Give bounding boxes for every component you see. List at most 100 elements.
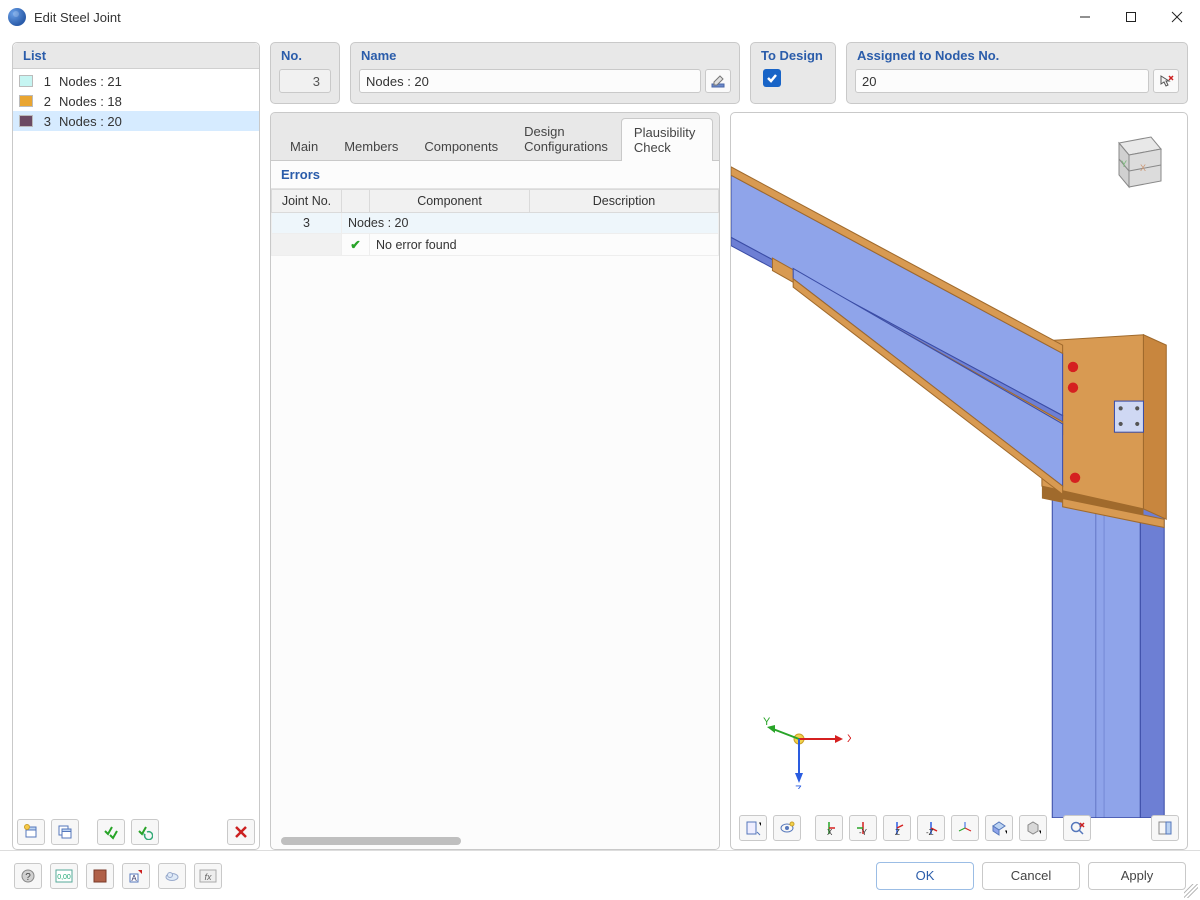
check-all-button[interactable] xyxy=(97,819,125,845)
list-item[interactable]: 1 Nodes : 21 xyxy=(13,71,259,91)
navigation-cube[interactable]: X Y xyxy=(1099,125,1169,195)
title-bar: Edit Steel Joint xyxy=(0,0,1200,34)
uncheck-all-button[interactable] xyxy=(131,819,159,845)
todesign-panel: To Design xyxy=(750,42,836,104)
edit-name-button[interactable] xyxy=(705,69,731,93)
tab-plausibility-check[interactable]: Plausibility Check xyxy=(621,118,713,161)
visibility-button[interactable] xyxy=(773,815,801,841)
list-item-number: 2 xyxy=(41,94,51,109)
view-z-button[interactable]: Z xyxy=(883,815,911,841)
number-panel: No. 3 xyxy=(270,42,340,104)
app-icon xyxy=(8,8,26,26)
list-item-label: Nodes : 20 xyxy=(59,114,122,129)
col-joint-no[interactable]: Joint No. xyxy=(272,190,342,213)
viewport-toolbar: ▾ X -Y Z -Z ▾ ▾ xyxy=(739,813,1179,843)
svg-text:fx: fx xyxy=(204,872,212,882)
axis-gizmo[interactable]: X Y Z xyxy=(761,709,851,789)
svg-text:▾: ▾ xyxy=(1005,829,1007,836)
list-item-label: Nodes : 21 xyxy=(59,74,122,89)
resize-grip[interactable] xyxy=(1184,884,1198,898)
shade-mode-button[interactable]: ▾ xyxy=(985,815,1013,841)
name-field[interactable]: Nodes : 20 xyxy=(359,69,701,93)
view-settings-button[interactable]: ▾ xyxy=(739,815,767,841)
svg-text:Z: Z xyxy=(795,784,802,789)
color-swatch xyxy=(19,95,33,107)
list-item-number: 1 xyxy=(41,74,51,89)
errors-table: Joint No. Component Description 3 Nodes … xyxy=(271,189,719,256)
name-panel: Name Nodes : 20 xyxy=(350,42,740,104)
new-item-button[interactable] xyxy=(17,819,45,845)
joint-list-panel: List 1 Nodes : 21 2 Nodes : 18 3 Nodes :… xyxy=(12,42,260,850)
close-button[interactable] xyxy=(1154,0,1200,34)
error-description: No error found xyxy=(370,234,719,256)
name-label: Name xyxy=(351,43,739,63)
view-iso-button[interactable] xyxy=(951,815,979,841)
pick-nodes-button[interactable] xyxy=(1153,69,1179,93)
minimize-button[interactable] xyxy=(1062,0,1108,34)
tab-strip: Main Members Components Design Configura… xyxy=(271,113,719,161)
color-swatch xyxy=(19,75,33,87)
horizontal-scrollbar[interactable] xyxy=(281,837,461,845)
help-button[interactable]: ? xyxy=(14,863,42,889)
cancel-button[interactable]: Cancel xyxy=(982,862,1080,890)
expand-viewport-button[interactable] xyxy=(1151,815,1179,841)
tab-members[interactable]: Members xyxy=(331,132,411,160)
list-item[interactable]: 3 Nodes : 20 xyxy=(13,111,259,131)
viewport-3d[interactable]: X Y X Y Z ▾ X -Y xyxy=(730,112,1188,850)
function-button[interactable]: fx xyxy=(194,863,222,889)
apply-button[interactable]: Apply xyxy=(1088,862,1186,890)
maximize-button[interactable] xyxy=(1108,0,1154,34)
svg-text:-Y: -Y xyxy=(859,828,868,836)
assigned-nodes-field[interactable]: 20 xyxy=(855,69,1149,93)
assigned-nodes-panel: Assigned to Nodes No. 20 xyxy=(846,42,1188,104)
view-y-button[interactable]: -Y xyxy=(849,815,877,841)
tab-components[interactable]: Components xyxy=(411,132,511,160)
number-field[interactable]: 3 xyxy=(279,69,331,93)
group-joint-no: 3 xyxy=(272,213,342,234)
svg-text:Y: Y xyxy=(1121,159,1127,169)
color-swatch xyxy=(19,115,33,127)
svg-text:X: X xyxy=(827,828,833,836)
tab-main[interactable]: Main xyxy=(277,132,331,160)
material-button[interactable] xyxy=(86,863,114,889)
list-header: List xyxy=(13,43,259,69)
tabs-panel: Main Members Components Design Configura… xyxy=(270,112,720,850)
tab-design-configurations[interactable]: Design Configurations xyxy=(511,117,621,160)
svg-text:A: A xyxy=(131,874,137,883)
view-x-button[interactable]: X xyxy=(815,815,843,841)
render-mode-button[interactable]: ▾ xyxy=(1019,815,1047,841)
svg-text:?: ? xyxy=(25,872,31,883)
list-toolbar xyxy=(13,815,259,849)
col-description[interactable]: Description xyxy=(530,190,719,213)
number-label: No. xyxy=(271,43,339,63)
col-status-icon[interactable] xyxy=(342,190,370,213)
svg-text:Y: Y xyxy=(763,716,771,728)
copy-item-button[interactable] xyxy=(51,819,79,845)
list-item[interactable]: 2 Nodes : 18 xyxy=(13,91,259,111)
annotation-button[interactable]: A xyxy=(122,863,150,889)
svg-text:X: X xyxy=(1140,163,1146,173)
joint-list[interactable]: 1 Nodes : 21 2 Nodes : 18 3 Nodes : 20 xyxy=(13,69,259,815)
group-label: Nodes : 20 xyxy=(342,213,719,234)
todesign-label: To Design xyxy=(751,43,835,63)
svg-text:▾: ▾ xyxy=(759,821,761,828)
delete-item-button[interactable] xyxy=(227,819,255,845)
svg-text:Z: Z xyxy=(895,828,900,836)
dialog-footer: ? 0,00 A fx OK Cancel Apply xyxy=(0,850,1200,900)
window-title: Edit Steel Joint xyxy=(34,10,121,25)
check-icon: ✔ xyxy=(348,237,363,252)
svg-text:-Z: -Z xyxy=(926,828,934,836)
ok-button[interactable]: OK xyxy=(876,862,974,890)
view-minus-z-button[interactable]: -Z xyxy=(917,815,945,841)
units-button[interactable]: 0,00 xyxy=(50,863,78,889)
svg-text:X: X xyxy=(847,733,851,745)
errors-row[interactable]: ✔ No error found xyxy=(272,234,719,256)
errors-group-row[interactable]: 3 Nodes : 20 xyxy=(272,213,719,234)
cloud-button[interactable] xyxy=(158,863,186,889)
list-item-number: 3 xyxy=(41,114,51,129)
errors-header: Errors xyxy=(271,161,719,189)
todesign-checkbox[interactable] xyxy=(763,69,781,87)
col-component[interactable]: Component xyxy=(370,190,530,213)
svg-text:▾: ▾ xyxy=(1039,829,1041,836)
zoom-reset-button[interactable] xyxy=(1063,815,1091,841)
